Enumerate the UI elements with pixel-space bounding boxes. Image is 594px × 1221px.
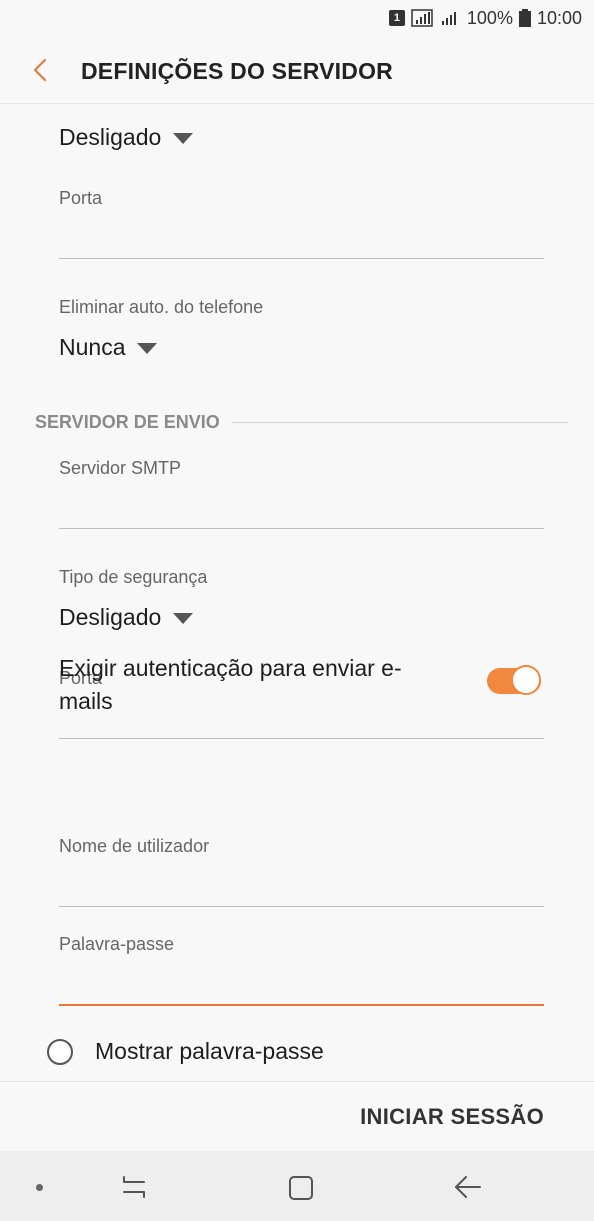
cellular-signal-icon: [441, 12, 456, 25]
incoming-security-dropdown[interactable]: Desligado: [59, 124, 194, 151]
app-bar: DEFINIÇÕES DO SERVIDOR: [0, 36, 594, 104]
require-auth-switch[interactable]: [487, 665, 541, 697]
switch-knob: [511, 665, 541, 695]
auto-delete-label: Eliminar auto. do telefone: [59, 297, 264, 317]
bottom-action-bar: INICIAR SESSÃO: [0, 1081, 594, 1151]
require-auth-label: Exigir autenticação para enviar e-mails: [59, 655, 402, 714]
outgoing-section-title: SERVIDOR DE ENVIO: [35, 412, 220, 432]
auto-delete-value: Nunca: [59, 334, 126, 360]
incoming-port-input[interactable]: [59, 224, 544, 259]
username-input[interactable]: [59, 872, 544, 907]
incoming-security-value: Desligado: [59, 124, 162, 150]
caret-down-icon: [173, 613, 194, 624]
nav-dot-indicator: [36, 1184, 43, 1191]
battery-percent: 100%: [466, 7, 513, 28]
signal-strength-icon: [411, 9, 433, 27]
back-arrow-icon[interactable]: [452, 1173, 484, 1201]
sim-card-icon: 1: [388, 10, 405, 26]
outgoing-security-dropdown[interactable]: Desligado: [59, 604, 194, 631]
auto-delete-dropdown[interactable]: Nunca: [59, 334, 158, 361]
home-icon[interactable]: [286, 1173, 316, 1203]
sign-in-button[interactable]: INICIAR SESSÃO: [360, 1104, 544, 1130]
show-password-checkbox[interactable]: [47, 1038, 73, 1065]
system-navigation-bar: [0, 1151, 594, 1221]
status-bar: 1 100% 10:00: [0, 0, 594, 36]
incoming-port-label: Porta: [59, 188, 103, 208]
chevron-left-icon[interactable]: [28, 56, 52, 84]
recent-apps-icon[interactable]: [118, 1173, 150, 1201]
smtp-server-label: Servidor SMTP: [59, 458, 182, 478]
section-divider: [231, 422, 568, 423]
show-password-option[interactable]: Mostrar palavra-passe: [47, 1038, 324, 1065]
caret-down-icon: [137, 343, 158, 354]
page-title: DEFINIÇÕES DO SERVIDOR: [81, 58, 393, 84]
caret-down-icon: [173, 133, 194, 144]
smtp-server-input[interactable]: [59, 494, 544, 529]
outgoing-security-value: Desligado: [59, 604, 162, 630]
username-label: Nome de utilizador: [59, 836, 210, 856]
password-label: Palavra-passe: [59, 934, 175, 954]
clock: 10:00: [536, 7, 582, 28]
password-input[interactable]: [59, 970, 544, 1006]
battery-icon: [518, 9, 531, 27]
outgoing-server-section-header: SERVIDOR DE ENVIO: [35, 412, 568, 433]
show-password-label: Mostrar palavra-passe: [95, 1038, 324, 1064]
security-type-label: Tipo de segurança: [59, 567, 208, 587]
